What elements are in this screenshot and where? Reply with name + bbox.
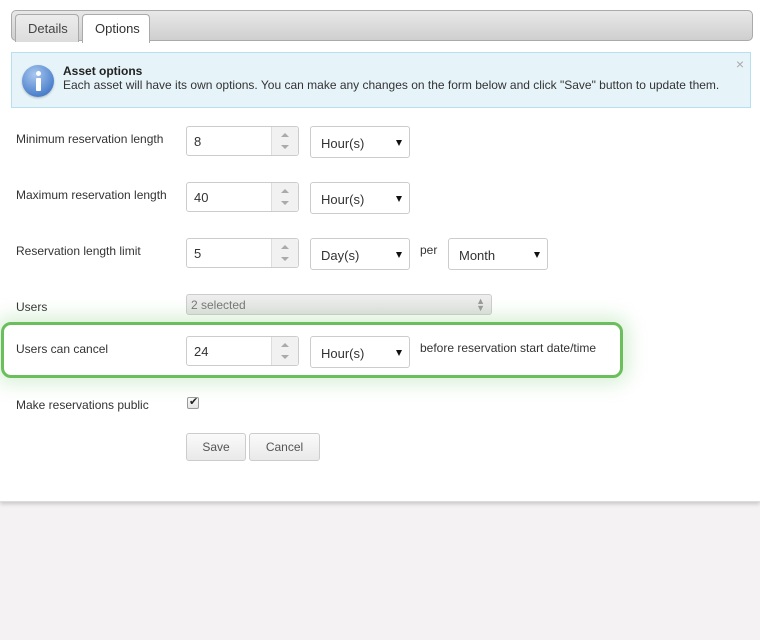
length-limit-label: Reservation length limit <box>16 244 141 258</box>
users-multiselect[interactable]: 2 selected ▲ ▼ <box>186 294 492 315</box>
users-selected-count: 2 selected <box>191 298 246 312</box>
max-length-spinner[interactable]: 40 <box>186 182 299 212</box>
decrement-icon[interactable] <box>281 355 289 359</box>
max-length-unit: Hour(s) <box>321 192 365 207</box>
cancel-spinner[interactable]: 24 <box>186 336 299 366</box>
increment-icon[interactable] <box>281 343 289 347</box>
decrement-icon[interactable] <box>281 201 289 205</box>
length-limit-spinner[interactable]: 5 <box>186 238 299 268</box>
chevron-down-icon <box>396 196 402 202</box>
save-button[interactable]: Save <box>186 433 246 461</box>
increment-icon[interactable] <box>281 189 289 193</box>
decrement-icon[interactable] <box>281 145 289 149</box>
cancel-label: Users can cancel <box>16 342 109 356</box>
increment-icon[interactable] <box>281 133 289 137</box>
length-limit-period-select[interactable]: Month <box>448 238 548 270</box>
min-length-spinner[interactable]: 8 <box>186 126 299 156</box>
increment-icon[interactable] <box>281 245 289 249</box>
sort-arrows-icon: ▲ ▼ <box>476 296 485 313</box>
min-length-unit-select[interactable]: Hour(s) <box>310 126 410 158</box>
cancel-button[interactable]: Cancel <box>249 433 320 461</box>
checkmark-icon: ✔ <box>189 396 199 408</box>
close-icon[interactable]: × <box>736 57 744 71</box>
per-label: per <box>420 243 438 257</box>
min-length-value[interactable]: 8 <box>194 134 201 149</box>
length-limit-unit-select[interactable]: Day(s) <box>310 238 410 270</box>
alert-title: Asset options <box>63 64 143 78</box>
tab-details[interactable]: Details <box>15 14 79 42</box>
asset-options-panel: Details Options Asset options Each asset… <box>0 0 760 502</box>
min-length-unit: Hour(s) <box>321 136 365 151</box>
max-length-value[interactable]: 40 <box>194 190 208 205</box>
length-limit-period: Month <box>459 248 496 263</box>
cancel-value[interactable]: 24 <box>194 344 208 359</box>
length-limit-unit: Day(s) <box>321 248 360 263</box>
tab-bar: Details Options <box>11 10 753 43</box>
public-checkbox[interactable]: ✔ <box>187 396 199 409</box>
info-icon <box>22 65 54 97</box>
chevron-down-icon <box>396 252 402 258</box>
chevron-down-icon <box>396 350 402 356</box>
public-label: Make reservations public <box>16 398 149 412</box>
cancel-unit: Hour(s) <box>321 346 365 361</box>
min-length-label: Minimum reservation length <box>16 132 164 146</box>
tab-options[interactable]: Options <box>82 14 150 43</box>
info-alert: Asset options Each asset will have its o… <box>11 52 751 108</box>
max-length-label: Maximum reservation length <box>16 188 167 202</box>
cancel-unit-select[interactable]: Hour(s) <box>310 336 410 368</box>
cancel-suffix: before reservation start date/time <box>420 341 597 355</box>
chevron-down-icon <box>534 252 540 258</box>
chevron-down-icon <box>396 140 402 146</box>
users-label: Users <box>16 300 48 314</box>
length-limit-value[interactable]: 5 <box>194 246 201 261</box>
alert-text: Each asset will have its own options. Yo… <box>63 78 720 92</box>
max-length-unit-select[interactable]: Hour(s) <box>310 182 410 214</box>
decrement-icon[interactable] <box>281 257 289 261</box>
